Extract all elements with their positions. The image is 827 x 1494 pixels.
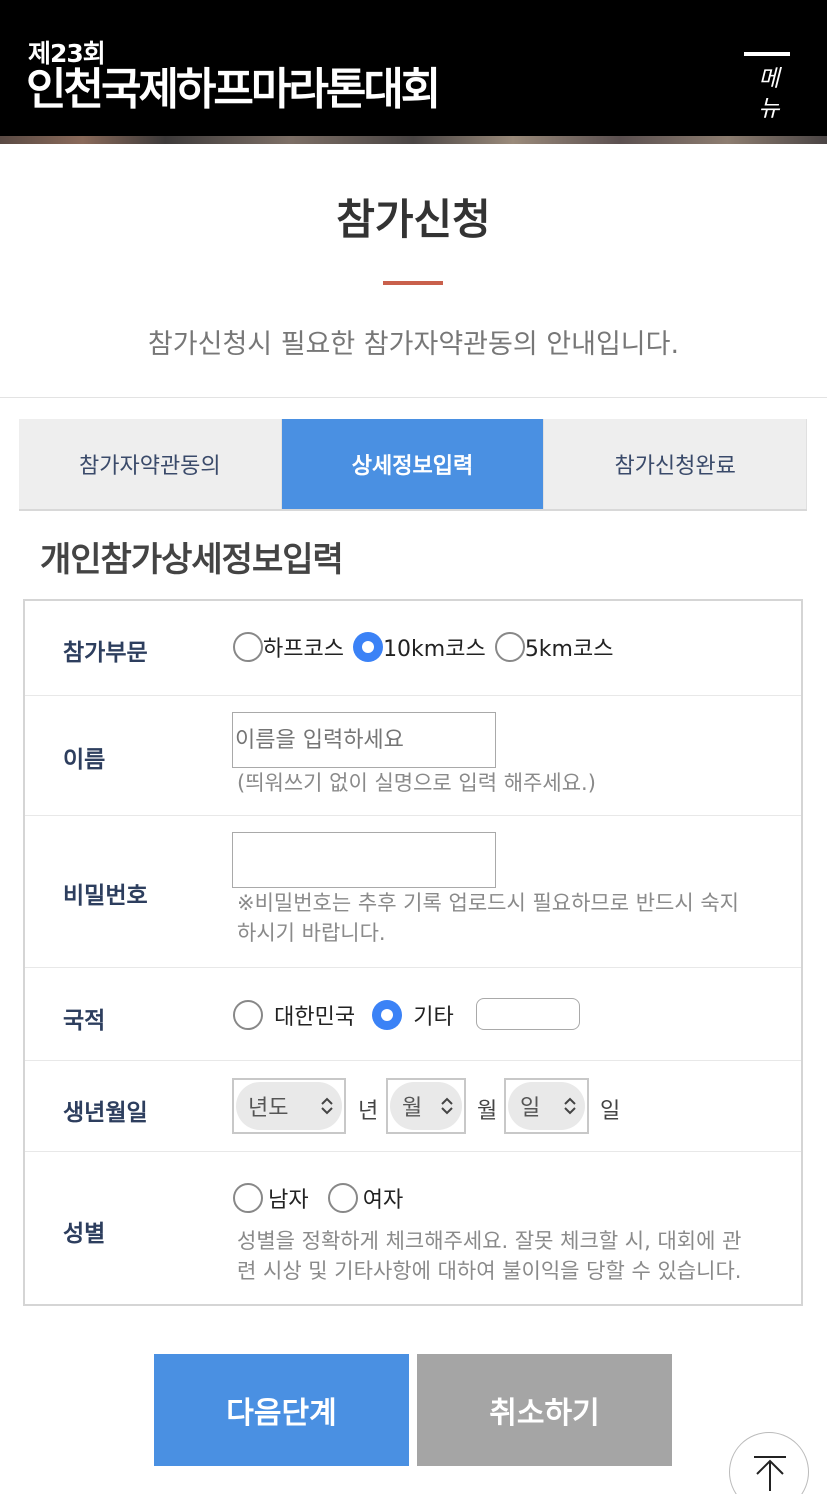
scroll-top-button[interactable]	[729, 1432, 809, 1494]
gender-hint-line2: 련 시상 및 기타사항에 대하여 불이익을 당할 수 있습니다.	[237, 1259, 742, 1283]
row-nationality: 국적 대한민국 기타	[25, 968, 801, 1061]
menu-button[interactable]: 메 뉴	[744, 52, 790, 142]
gender-options: 남자 여자	[233, 1182, 403, 1214]
year-unit: 년	[358, 1099, 379, 1124]
nationality-options: 대한민국 기타	[233, 999, 454, 1031]
korea-label: 대한민국	[274, 1005, 356, 1030]
password-input[interactable]	[232, 832, 496, 888]
section-title: 개인참가상세정보입력	[40, 540, 344, 580]
nationality-label: 국적	[63, 1008, 106, 1034]
site-header: 제23회 인천국제하프마라톤대회 메 뉴	[0, 0, 827, 144]
day-select[interactable]: 일	[504, 1078, 589, 1134]
step-tabs: 참가자약관동의 상세정보입력 참가신청완료	[19, 419, 808, 511]
registration-form: 참가부문 하프코스 10km코스 5km코스 이름 (띄워쓰기 없이 실명으로 …	[23, 599, 803, 1306]
5km-course-label: 5km코스	[524, 637, 614, 662]
tab-detail-input[interactable]: 상세정보입력	[281, 419, 545, 509]
password-label: 비밀번호	[63, 883, 148, 909]
gender-hint-line1: 성별을 정확하게 체크해주세요. 잘못 체크할 시, 대회에 관	[237, 1229, 742, 1253]
radio-male[interactable]	[233, 1183, 263, 1213]
logo-title[interactable]: 인천국제하프마라톤대회	[26, 64, 441, 116]
radio-korea[interactable]	[233, 1000, 263, 1030]
tab-complete[interactable]: 참가신청완료	[544, 419, 808, 509]
tab-terms-agreement[interactable]: 참가자약관동의	[19, 419, 282, 509]
row-birthdate: 생년월일 년도 년 월 월 일 일	[25, 1061, 801, 1152]
menu-label-1: 메	[758, 66, 780, 92]
updown-chevron-icon	[441, 1097, 453, 1115]
updown-chevron-icon	[564, 1097, 576, 1115]
gender-label: 성별	[63, 1221, 106, 1247]
next-step-button[interactable]: 다음단계	[154, 1354, 409, 1466]
radio-other-nationality[interactable]	[372, 1000, 403, 1030]
division-label: 참가부문	[63, 640, 148, 666]
row-name: 이름 (띄워쓰기 없이 실명으로 입력 해주세요.)	[25, 696, 801, 816]
page-title: 참가신청	[336, 195, 491, 244]
female-label: 여자	[362, 1188, 404, 1213]
row-division: 참가부문 하프코스 10km코스 5km코스	[25, 601, 801, 696]
menu-label-2: 뉴	[758, 96, 780, 122]
radio-half-course[interactable]	[233, 632, 263, 662]
password-hint: ※비밀번호는 추후 기록 업로드시 필요하므로 반드시 숙지 하시기 바랍니다.	[237, 888, 739, 948]
menu-bar-top	[744, 52, 790, 56]
divider	[0, 397, 827, 398]
half-course-label: 하프코스	[263, 637, 344, 662]
radio-10km-course[interactable]	[353, 632, 384, 662]
title-underline	[383, 281, 443, 285]
row-password: 비밀번호 ※비밀번호는 추후 기록 업로드시 필요하므로 반드시 숙지 하시기 …	[25, 816, 801, 968]
male-label: 남자	[268, 1188, 309, 1213]
row-gender: 성별 남자 여자 성별을 정확하게 체크해주세요. 잘못 체크할 시, 대회에 …	[25, 1152, 801, 1304]
birthdate-label: 생년월일	[63, 1100, 148, 1126]
name-input[interactable]	[232, 712, 496, 768]
cancel-button[interactable]: 취소하기	[417, 1354, 672, 1466]
radio-5km-course[interactable]	[494, 632, 525, 662]
name-label: 이름	[63, 747, 106, 773]
other-nationality-input[interactable]	[476, 998, 580, 1030]
name-hint: (띄워쓰기 없이 실명으로 입력 해주세요.)	[237, 771, 596, 795]
month-select[interactable]: 월	[386, 1078, 466, 1134]
password-hint-line2: 하시기 바랍니다.	[237, 921, 386, 945]
password-hint-line1: ※비밀번호는 추후 기록 업로드시 필요하므로 반드시 숙지	[237, 891, 740, 915]
other-nationality-label: 기타	[413, 1005, 454, 1030]
month-unit: 월	[477, 1099, 498, 1124]
radio-female[interactable]	[327, 1183, 358, 1213]
page-description: 참가신청시 필요한 참가자약관동의 안내입니다.	[147, 329, 680, 360]
arrow-up-icon	[754, 1456, 786, 1491]
10km-course-label: 10km코스	[383, 637, 486, 662]
menu-label: 메 뉴	[754, 64, 784, 124]
updown-chevron-icon	[321, 1097, 333, 1115]
day-unit: 일	[600, 1099, 621, 1124]
header-photo-strip	[0, 136, 827, 144]
gender-hint: 성별을 정확하게 체크해주세요. 잘못 체크할 시, 대회에 관 련 시상 및 …	[237, 1226, 741, 1286]
division-options: 하프코스 10km코스 5km코스	[233, 631, 613, 663]
year-select[interactable]: 년도	[232, 1078, 346, 1134]
